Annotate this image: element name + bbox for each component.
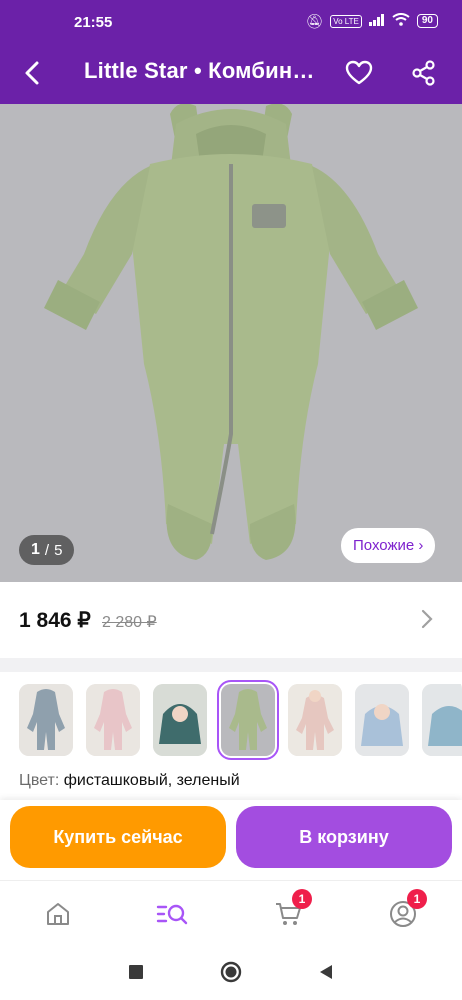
color-row: Цвет: фисташковый, зеленый — [19, 772, 240, 790]
add-to-cart-button[interactable]: В корзину — [236, 806, 452, 868]
price-old: 2 280 ₽ — [102, 614, 157, 631]
mute-alarm-icon: 🔕︎ — [305, 13, 324, 29]
heart-icon — [345, 60, 373, 85]
recents-button[interactable] — [124, 960, 148, 984]
back-button[interactable] — [14, 54, 52, 92]
home-system-button[interactable] — [219, 960, 243, 984]
nav-profile[interactable]: 1 — [383, 889, 427, 931]
wifi-icon — [392, 13, 410, 29]
buy-now-button[interactable]: Купить сейчас — [10, 806, 226, 868]
variant-thumbnail-5[interactable] — [288, 684, 342, 756]
volte-icon: Vo LTE — [330, 14, 362, 28]
variant-thumbnail-7[interactable] — [422, 684, 462, 756]
photo-counter: 1 / 5 — [19, 535, 75, 565]
photo-counter-separator: / — [44, 541, 50, 559]
home-icon — [47, 903, 69, 925]
triangle-back-icon — [320, 965, 332, 979]
variant-thumbnail-6[interactable] — [355, 684, 409, 756]
action-bar: Купить сейчас В корзину — [0, 800, 462, 880]
share-icon — [412, 60, 435, 86]
nav-catalog[interactable] — [152, 897, 192, 931]
system-nav — [0, 944, 462, 1000]
bottom-nav: 1 1 — [0, 880, 462, 944]
variant-thumbnail-3[interactable] — [153, 684, 207, 756]
color-value: фисташковый, зеленый — [63, 772, 240, 789]
price-card[interactable]: 1 846 ₽ 2 280 ₽ — [0, 582, 462, 658]
circle-home-icon — [220, 961, 242, 983]
product-photo-gallery[interactable]: 1 / 5 Похожие › — [0, 104, 462, 582]
variant-selector: Цвет: фисташковый, зеленый — [0, 672, 462, 800]
back-arrow-icon — [25, 61, 39, 85]
back-system-button[interactable] — [314, 960, 338, 984]
catalog-search-icon — [156, 904, 188, 925]
add-to-cart-label: В корзину — [299, 826, 389, 847]
nav-cart[interactable]: 1 — [268, 889, 312, 931]
buy-now-label: Купить сейчас — [53, 826, 183, 847]
status-icons: 🔕︎ Vo LTE 90 — [305, 13, 438, 29]
section-divider — [0, 658, 462, 672]
product-photo — [0, 104, 462, 582]
variant-thumbnail-4-selected[interactable] — [217, 680, 279, 760]
square-recents-icon — [129, 965, 143, 979]
nav-home[interactable] — [38, 897, 78, 931]
cart-badge: 1 — [292, 889, 312, 909]
chevron-right-icon — [420, 608, 440, 632]
photo-counter-current: 1 — [31, 541, 40, 558]
similar-button[interactable]: Похожие › — [341, 528, 436, 563]
signal-icon — [368, 13, 385, 29]
price-current: 1 846 ₽ — [19, 609, 91, 632]
variant-thumbnail-2[interactable] — [86, 684, 140, 756]
battery-indicator: 90 — [416, 14, 438, 28]
similar-label: Похожие › — [353, 537, 424, 554]
photo-counter-total: 5 — [54, 541, 63, 559]
profile-badge: 1 — [407, 889, 427, 909]
status-time: 21:55 — [74, 14, 113, 31]
status-bar: 21:55 🔕︎ Vo LTE 90 — [0, 0, 462, 42]
page-title: Little Star • Комбинезон — [84, 58, 324, 83]
favorite-button[interactable] — [340, 54, 378, 92]
color-label: Цвет: — [19, 772, 60, 789]
share-button[interactable] — [405, 54, 443, 92]
app-header: Little Star • Комбинезон — [0, 42, 462, 104]
variant-thumbnail-1[interactable] — [19, 684, 73, 756]
